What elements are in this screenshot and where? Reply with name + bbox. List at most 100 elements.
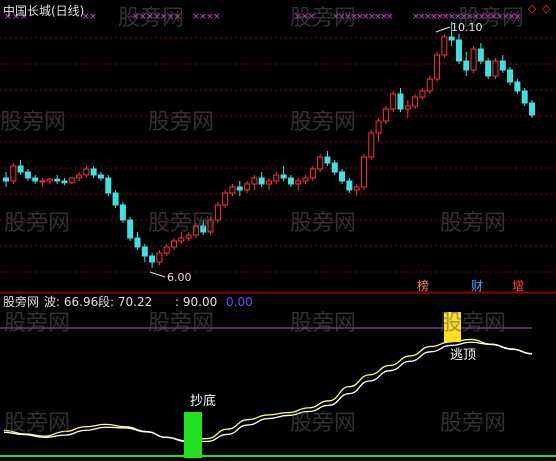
candle-body [251, 177, 258, 185]
badge-cai[interactable]: 财 [471, 279, 483, 293]
candle-body [295, 180, 302, 185]
candle-body [46, 178, 53, 182]
candle-body [339, 171, 346, 182]
candle-body [90, 168, 97, 176]
candle-body [236, 186, 243, 191]
candle-body [448, 36, 455, 41]
candle-body [477, 48, 484, 62]
watermark: 股旁网 [148, 211, 215, 236]
diamond-icon[interactable]: ◇ [542, 2, 550, 16]
candle-body [353, 186, 360, 191]
candle-body [375, 120, 382, 134]
watermark: 股旁网 [0, 110, 67, 135]
watermark: 股旁网 [4, 411, 71, 436]
candle-body [119, 204, 126, 221]
candle-body [485, 60, 492, 77]
watermark: 股旁网 [440, 411, 507, 436]
candle-body [222, 192, 229, 206]
candle-body [309, 168, 316, 179]
candle-body [441, 36, 448, 56]
segment-value: 段: 70.22 [98, 295, 153, 309]
watermark: 股旁网 [118, 6, 185, 31]
candle-body [470, 48, 477, 71]
candle-body [492, 60, 499, 77]
candle-body [404, 105, 411, 110]
candle-body [499, 60, 506, 71]
candle-body [229, 186, 236, 194]
bottom-signal-bar [184, 412, 202, 458]
candle-body [419, 90, 426, 98]
candle-body [178, 237, 185, 242]
candle-body [463, 60, 470, 71]
watermark: 股旁网 [4, 311, 71, 336]
candle-body [507, 69, 514, 83]
diamond-icon[interactable]: ◇ [528, 2, 536, 16]
candle-body [68, 177, 75, 184]
watermark: 股旁网 [148, 311, 215, 336]
candle-body [529, 102, 535, 116]
low-callout-line [149, 271, 166, 278]
candle-body [105, 177, 112, 194]
watermark: 股旁网 [290, 211, 357, 236]
wave-value: 波: 66.96 [44, 295, 99, 309]
watermark: 股旁网 [4, 211, 71, 236]
watermark: 股旁网 [290, 311, 357, 336]
candle-body [112, 192, 119, 206]
candle-body [76, 174, 83, 179]
candle-body [390, 93, 397, 110]
candle-body [368, 132, 375, 158]
top-signal-label: 逃顶 [450, 348, 477, 363]
candle-body [32, 177, 39, 182]
candle-body [331, 162, 338, 173]
candle-body [280, 174, 287, 179]
candle-body [258, 177, 265, 185]
candle-body [17, 165, 24, 173]
candle-body [127, 219, 134, 239]
candle-body [346, 180, 353, 191]
candle-body [273, 174, 280, 182]
candle-body [141, 246, 148, 257]
candle-body [266, 180, 272, 185]
candle-body [412, 96, 419, 107]
chart-title: 中国长城(日线) [3, 4, 85, 18]
candle-body [244, 183, 251, 191]
indicator-name: 股旁网 [3, 295, 40, 309]
candle-body [324, 156, 331, 164]
candle-body [287, 177, 294, 185]
candle-body [54, 178, 61, 182]
candle-body [514, 81, 521, 92]
candle-body [302, 177, 309, 182]
watermark: 股旁网 [290, 6, 357, 31]
candle-body [426, 78, 433, 92]
candle-body [360, 156, 367, 188]
watermark: 股旁网 [148, 110, 215, 135]
candle-body [24, 171, 31, 179]
candle-body [521, 90, 528, 104]
candle-body [97, 174, 104, 179]
candle-body [10, 165, 17, 182]
zero-value: 0.00 [226, 295, 253, 309]
stock-chart-window[interactable]: × × × × × × × × × × × × × × × × × × × × × × × × × × × × × × × × × × × × × × × ×… [0, 0, 556, 461]
candle-body [156, 252, 163, 263]
price-high-label: 10.10 [451, 21, 483, 34]
price-low-label: 6.00 [167, 271, 192, 284]
candle-body [83, 168, 90, 176]
high-callout-line [435, 26, 451, 33]
candle-body [214, 204, 221, 221]
watermark: 股旁网 [290, 110, 357, 135]
level-value: : 90.00 [175, 295, 218, 309]
signal-marker: × [213, 12, 221, 22]
candle-body [149, 255, 156, 263]
candle-body [61, 180, 68, 184]
candle-body [171, 240, 178, 248]
candle-body [317, 156, 324, 170]
watermark: 股旁网 [440, 211, 507, 236]
signal-marker: × [89, 12, 97, 22]
candle-body [3, 177, 9, 182]
candle-body [382, 108, 389, 122]
candle-body [134, 237, 141, 248]
badge-zeng[interactable]: 增 [512, 279, 524, 293]
watermark: 股旁网 [440, 311, 507, 336]
badge-bang[interactable]: 榜 [417, 279, 429, 293]
candle-body [455, 39, 462, 62]
